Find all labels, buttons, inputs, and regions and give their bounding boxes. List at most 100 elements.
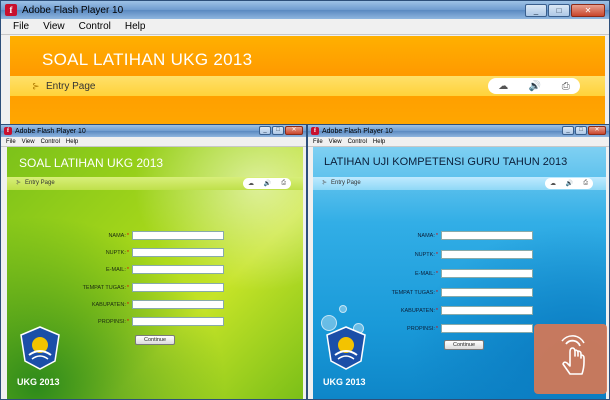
propinsi-input[interactable] (132, 317, 224, 326)
email-input[interactable] (132, 265, 224, 274)
nuptk-input[interactable] (441, 250, 533, 259)
form-row-kabupaten: KABUPATEN:* (59, 300, 224, 309)
printer-icon[interactable]: ⎙ (562, 81, 570, 92)
form-row-kabupaten: KABUPATEN:* (368, 306, 533, 315)
touch-gesture-overlay[interactable] (534, 324, 607, 394)
form-row-nama: NAMA:* (368, 231, 533, 240)
flash-stage: SOAL LATIHAN UKG 2013 ⊱ Entry Page ☁ 🔊 ⎙… (7, 147, 303, 399)
continue-button[interactable]: Continue (135, 335, 175, 345)
cloud-icon[interactable]: ☁ (498, 81, 508, 92)
close-button[interactable]: ✕ (285, 126, 303, 135)
page-title: LATIHAN UJI KOMPETENSI GURU TAHUN 2013 (324, 156, 568, 168)
printer-icon[interactable]: ⎙ (281, 180, 286, 187)
entry-page-label: Entry Page (25, 180, 55, 186)
toolbar: ☁ 🔊 ⎙ (545, 178, 593, 189)
field-label: NUPTK:* (414, 251, 438, 258)
page-title: SOAL LATIHAN UKG 2013 (42, 50, 253, 69)
speaker-icon[interactable]: 🔊 (529, 81, 541, 92)
menu-control[interactable]: Control (79, 21, 111, 32)
cloud-icon[interactable]: ☁ (248, 180, 254, 187)
minimize-button[interactable]: _ (259, 126, 271, 135)
logo-caption: UKG 2013 (17, 377, 60, 387)
maximize-button[interactable]: □ (575, 126, 587, 135)
maximize-button[interactable]: □ (272, 126, 284, 135)
title-bar: f Adobe Flash Player 10 _ □ ✕ (308, 125, 609, 137)
nuptk-input[interactable] (132, 248, 224, 257)
field-label: E-MAIL:* (105, 266, 129, 273)
speaker-icon[interactable]: 🔊 (566, 180, 573, 187)
flash-player-window-green: f Adobe Flash Player 10 _ □ ✕ File View … (0, 124, 307, 400)
form-row-propinsi: PROPINSI:* (59, 317, 224, 326)
tempat-tugas-input[interactable] (132, 283, 224, 292)
menu-control[interactable]: Control (41, 139, 60, 145)
menu-help[interactable]: Help (66, 139, 78, 145)
speaker-icon[interactable]: 🔊 (264, 180, 271, 187)
kabupaten-input[interactable] (132, 300, 224, 309)
form-row-nama: NAMA:* (59, 231, 224, 240)
menu-file[interactable]: File (313, 139, 323, 145)
continue-button[interactable]: Continue (444, 340, 484, 350)
field-label: NAMA:* (417, 232, 438, 239)
tut-wuri-handayani-logo (20, 326, 60, 370)
menu-view[interactable]: View (43, 21, 65, 32)
minimize-button[interactable]: _ (525, 4, 547, 17)
propinsi-input[interactable] (441, 324, 533, 333)
tap-gesture-icon (560, 335, 585, 375)
menu-view[interactable]: View (329, 139, 342, 145)
nama-input[interactable] (441, 231, 533, 240)
close-button[interactable]: ✕ (571, 4, 605, 17)
menu-help[interactable]: Help (125, 21, 146, 32)
flash-player-window-main: f Adobe Flash Player 10 _ □ ✕ File View … (0, 0, 610, 131)
form-row-tempat-tugas: TEMPAT TUGAS:* (368, 288, 533, 297)
bubble-decoration (339, 305, 347, 313)
flash-icon: f (5, 4, 17, 16)
minimize-button[interactable]: _ (562, 126, 574, 135)
close-button[interactable]: ✕ (588, 126, 606, 135)
form-row-email: E-MAIL:* (59, 265, 224, 274)
toolbar: ☁ 🔊 ⎙ (488, 78, 580, 94)
nama-input[interactable] (132, 231, 224, 240)
field-label: KABUPATEN:* (400, 307, 438, 314)
maximize-button[interactable]: □ (548, 4, 570, 17)
window-title: Adobe Flash Player 10 (322, 127, 393, 135)
form-row-propinsi: PROPINSI:* (368, 324, 533, 333)
window-title: Adobe Flash Player 10 (22, 4, 124, 16)
printer-icon[interactable]: ⎙ (583, 180, 588, 187)
menu-file[interactable]: File (6, 139, 16, 145)
field-label: KABUPATEN:* (91, 301, 129, 308)
flash-stage: SOAL LATIHAN UKG 2013 ⊱ Entry Page ☁ 🔊 ⎙ (10, 36, 605, 131)
flash-icon: f (4, 127, 12, 135)
form-row-email: E-MAIL:* (368, 269, 533, 278)
title-bar: f Adobe Flash Player 10 _ □ ✕ (1, 1, 609, 19)
field-label: TEMPAT TUGAS:* (391, 289, 438, 296)
field-label: PROPINSI:* (98, 318, 129, 325)
field-label: PROPINSI:* (407, 325, 438, 332)
kabupaten-input[interactable] (441, 306, 533, 315)
field-label: NAMA:* (108, 232, 129, 239)
field-label: NUPTK:* (105, 249, 129, 256)
entry-page-label: Entry Page (46, 81, 96, 92)
menu-bar: File View Control Help (308, 137, 609, 147)
form-row-nuptk: NUPTK:* (59, 248, 224, 257)
menu-bar: File View Control Help (1, 137, 306, 147)
field-label: TEMPAT TUGAS:* (82, 284, 129, 291)
menu-file[interactable]: File (13, 21, 29, 32)
email-input[interactable] (441, 269, 533, 278)
menu-view[interactable]: View (22, 139, 35, 145)
tut-wuri-handayani-logo (326, 326, 366, 370)
form-row-nuptk: NUPTK:* (368, 250, 533, 259)
bullet-icon: ⊱ (16, 180, 22, 186)
flash-icon: f (311, 127, 319, 135)
menu-help[interactable]: Help (373, 139, 385, 145)
tempat-tugas-input[interactable] (441, 288, 533, 297)
window-title: Adobe Flash Player 10 (15, 127, 86, 135)
bullet-icon: ⊱ (322, 180, 328, 186)
entry-page-label: Entry Page (331, 180, 361, 186)
menu-bar: File View Control Help (1, 19, 609, 35)
cloud-icon[interactable]: ☁ (550, 180, 556, 187)
toolbar: ☁ 🔊 ⎙ (243, 178, 291, 189)
menu-control[interactable]: Control (348, 139, 367, 145)
bullet-icon: ⊱ (32, 81, 40, 91)
page-title: SOAL LATIHAN UKG 2013 (19, 156, 164, 170)
title-bar: f Adobe Flash Player 10 _ □ ✕ (1, 125, 306, 137)
